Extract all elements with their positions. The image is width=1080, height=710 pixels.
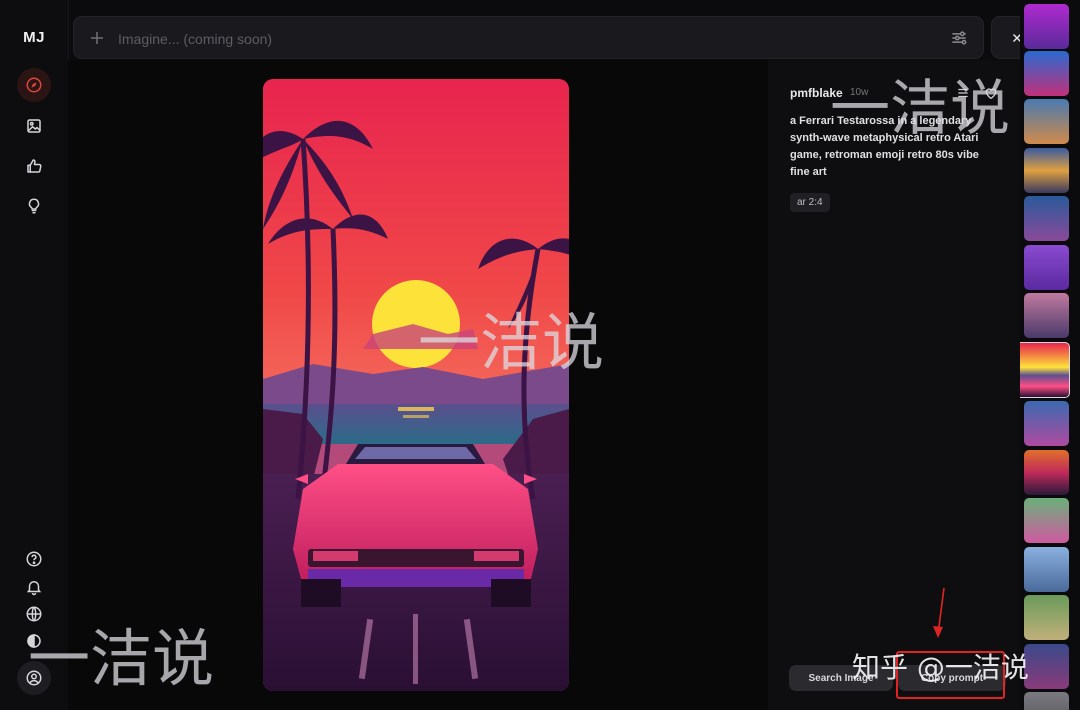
imagine-input[interactable] [116,17,940,60]
heart-icon[interactable] [983,85,999,101]
notifications-button[interactable] [23,576,45,598]
thumbnail[interactable] [1024,450,1069,495]
imagine-bar [73,16,984,60]
thumbnail[interactable] [1024,401,1069,446]
language-button[interactable] [23,603,45,625]
search-image-button[interactable]: Search Image [789,665,893,691]
author-name[interactable]: pmfblake [790,86,843,100]
plus-icon[interactable] [88,29,106,47]
thumbnail[interactable] [1024,99,1069,144]
compass-icon [26,77,42,93]
nav-create-button[interactable] [17,109,51,143]
help-button[interactable] [23,548,45,570]
artwork-illustration [263,79,569,691]
generated-image[interactable] [263,79,569,691]
thumbnail[interactable] [1024,51,1069,96]
help-icon [26,551,42,567]
prompt-text: a Ferrari Testarossa in a legendary synt… [790,115,979,178]
author-row: pmfblake 10w [790,86,1000,102]
sidebar: MJ [0,0,69,710]
post-time: 10w [850,87,869,98]
thumbnail[interactable] [1024,498,1069,543]
lightbulb-icon [28,198,40,214]
user-icon [26,670,42,686]
bell-icon [26,581,42,596]
nav-rank-button[interactable] [17,149,51,183]
nav-tips-button[interactable] [17,189,51,223]
image-icon [27,119,41,133]
app-logo[interactable]: MJ [0,29,68,46]
thumbnail[interactable] [1024,547,1069,592]
menu-icon[interactable] [956,86,970,100]
nav-explore-button[interactable] [17,68,51,102]
user-avatar-button[interactable] [17,661,51,695]
thumbnail[interactable] [1024,245,1069,290]
annotation-arrow-icon [933,587,945,638]
thumbnail[interactable] [1024,196,1069,241]
thumbnail[interactable] [1024,293,1069,338]
theme-toggle-button[interactable] [23,630,45,652]
thumbnail[interactable] [1024,148,1069,193]
thumbnail[interactable] [1024,692,1069,710]
aspect-ratio-chip: ar 2:4 [790,193,830,212]
thumbnail[interactable] [1024,644,1069,689]
annotation-highlight-box [896,651,1005,699]
thumbs-up-icon [27,159,42,173]
thumbnail[interactable] [1024,595,1069,640]
thumbnail-strip [1020,0,1080,710]
sliders-icon[interactable] [949,28,969,48]
moon-icon [27,634,41,648]
globe-icon [26,606,42,622]
thumbnail[interactable] [1024,4,1069,49]
thumbnail-selected[interactable] [1020,342,1070,398]
